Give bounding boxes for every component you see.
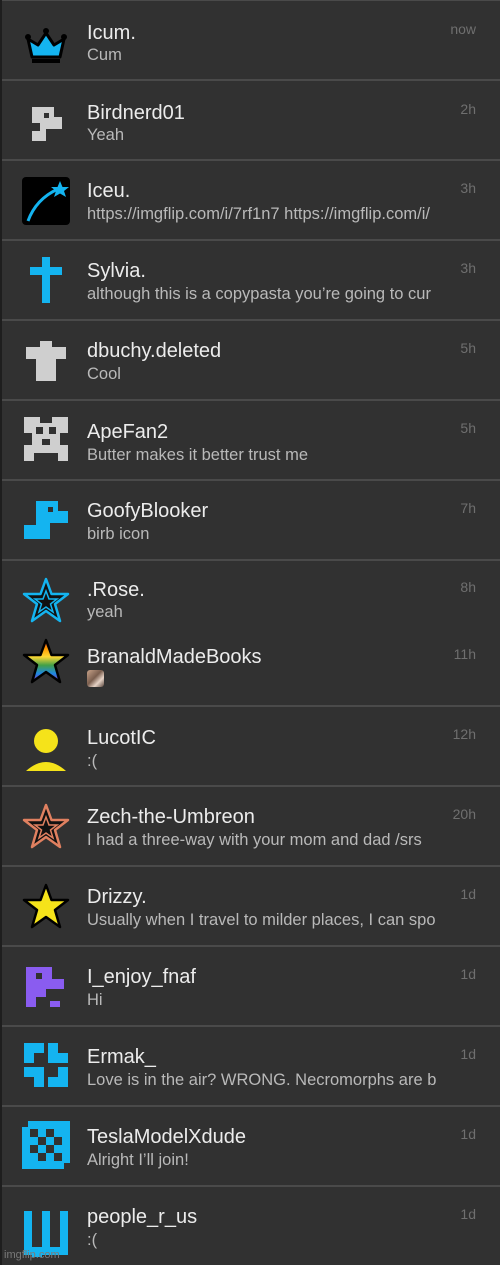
timestamp: 1d bbox=[460, 886, 476, 902]
timestamp: 7h bbox=[460, 500, 476, 516]
message-preview: yeah bbox=[87, 603, 123, 621]
photo-attachment-icon bbox=[87, 670, 104, 687]
contact-name: Zech-the-Umbreon bbox=[87, 806, 255, 828]
pixel-monster-icon bbox=[22, 415, 70, 463]
message-preview: Love is in the air? WRONG. Necromorphs a… bbox=[87, 1071, 437, 1089]
message-preview: Hi bbox=[87, 991, 103, 1009]
conversation-row[interactable]: TeslaModelXdude Alright I’ll join! 1d bbox=[0, 1106, 500, 1186]
conversation-row[interactable]: I_enjoy_fnaf Hi 1d bbox=[0, 946, 500, 1026]
message-preview: birb icon bbox=[87, 525, 150, 543]
shooting-star-icon bbox=[22, 177, 70, 225]
message-preview: Cum bbox=[87, 46, 122, 64]
conversation-row[interactable]: LucotIC :( 12h bbox=[0, 706, 500, 786]
watermark: imgflip.com bbox=[4, 1249, 60, 1261]
timestamp: 3h bbox=[460, 260, 476, 276]
contact-name: people_r_us bbox=[87, 1206, 198, 1228]
contact-name: Birdnerd01 bbox=[87, 102, 185, 124]
birb-icon bbox=[22, 497, 70, 545]
conversation-row[interactable]: .Rose. yeah 8h bbox=[0, 560, 500, 628]
contact-name: Icum. bbox=[87, 22, 136, 44]
conversation-row[interactable]: Drizzy. Usually when I travel to milder … bbox=[0, 866, 500, 946]
contact-name: GoofyBlooker bbox=[87, 500, 209, 522]
star-outline-icon bbox=[22, 803, 70, 851]
timestamp: 3h bbox=[460, 180, 476, 196]
crown-icon bbox=[22, 21, 70, 69]
message-preview: Usually when I travel to milder places, … bbox=[87, 911, 436, 929]
conversation-row[interactable]: Icum. Cum now bbox=[0, 0, 500, 80]
user-icon bbox=[22, 725, 70, 773]
timestamp: 1d bbox=[460, 1206, 476, 1222]
timestamp: 1d bbox=[460, 1046, 476, 1062]
contact-name: TeslaModelXdude bbox=[87, 1126, 246, 1148]
timestamp: 12h bbox=[452, 726, 476, 742]
star-icon bbox=[22, 883, 70, 931]
message-preview: I had a three-way with your mom and dad … bbox=[87, 831, 422, 849]
contact-name: ApeFan2 bbox=[87, 421, 169, 443]
timestamp: 8h bbox=[460, 579, 476, 595]
rainbow-star-icon bbox=[22, 638, 70, 686]
conversation-row[interactable]: ApeFan2 Butter makes it better trust me … bbox=[0, 400, 500, 480]
contact-name: Drizzy. bbox=[87, 886, 147, 908]
conversation-row[interactable]: Ermak_ Love is in the air? WRONG. Necrom… bbox=[0, 1026, 500, 1106]
contact-name: .Rose. bbox=[87, 579, 145, 601]
conversation-row[interactable]: Birdnerd01 Yeah 2h bbox=[0, 80, 500, 160]
message-preview: Butter makes it better trust me bbox=[87, 446, 308, 464]
contact-name: BranaldMadeBooks bbox=[87, 646, 262, 668]
message-preview: :( bbox=[87, 1231, 98, 1249]
contact-name: Sylvia. bbox=[87, 260, 146, 282]
conversation-row[interactable]: Iceu. https://imgflip.com/i/7rf1n7 https… bbox=[0, 160, 500, 240]
birb-icon bbox=[22, 101, 70, 149]
left-edge-border bbox=[0, 0, 2, 1265]
contact-name: I_enjoy_fnaf bbox=[87, 966, 196, 988]
message-preview bbox=[87, 670, 476, 692]
conversation-row[interactable]: Sylvia. although this is a copypasta you… bbox=[0, 240, 500, 320]
timestamp: 2h bbox=[460, 101, 476, 117]
shirt-icon bbox=[22, 337, 70, 385]
timestamp: now bbox=[450, 21, 476, 37]
timestamp: 11h bbox=[453, 646, 476, 662]
conversation-row[interactable]: dbuchy.deleted Cool 5h bbox=[0, 320, 500, 400]
message-preview: Cool bbox=[87, 365, 121, 383]
pixel-bird-icon bbox=[22, 963, 70, 1011]
conversation-row[interactable]: people_r_us :( 1d bbox=[0, 1186, 500, 1265]
message-preview: Alright I’ll join! bbox=[87, 1151, 189, 1169]
contact-name: dbuchy.deleted bbox=[87, 340, 222, 362]
star-outline-icon bbox=[22, 577, 70, 625]
message-preview: https://imgflip.com/i/7rf1n7 https://img… bbox=[87, 205, 430, 223]
cross-icon bbox=[22, 255, 70, 303]
timestamp: 5h bbox=[460, 340, 476, 356]
contact-name: Iceu. bbox=[87, 180, 131, 202]
timestamp: 1d bbox=[460, 966, 476, 982]
checker-icon bbox=[22, 1121, 70, 1169]
conversation-row[interactable]: GoofyBlooker birb icon 7h bbox=[0, 480, 500, 560]
pixel-swastika-icon bbox=[22, 1041, 70, 1089]
contact-name: LucotIC bbox=[87, 727, 156, 749]
message-preview: :( bbox=[87, 752, 98, 770]
conversation-row[interactable]: BranaldMadeBooks 11h bbox=[0, 628, 500, 706]
timestamp: 5h bbox=[460, 420, 476, 436]
message-preview: although this is a copypasta you’re goin… bbox=[87, 285, 431, 303]
message-preview: Yeah bbox=[87, 126, 125, 144]
timestamp: 20h bbox=[452, 806, 476, 822]
timestamp: 1d bbox=[460, 1126, 476, 1142]
conversation-row[interactable]: Zech-the-Umbreon I had a three-way with … bbox=[0, 786, 500, 866]
contact-name: Ermak_ bbox=[87, 1046, 156, 1068]
